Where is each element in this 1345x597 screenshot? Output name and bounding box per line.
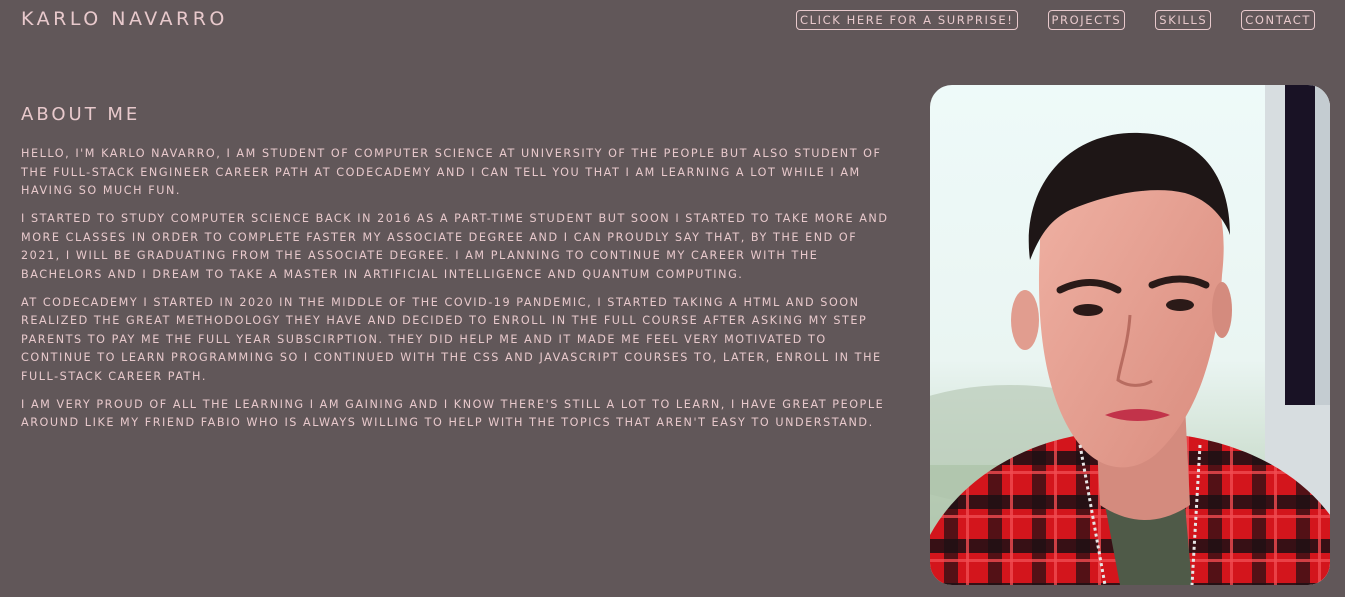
about-paragraph: Hello, I'm Karlo Navarro, I am student o… bbox=[21, 147, 882, 197]
about-paragraph: I started to study Computer Science back… bbox=[21, 212, 889, 281]
about-section: About me Hello, I'm Karlo Navarro, I am … bbox=[21, 104, 901, 442]
site-title: Karlo Navarro bbox=[21, 8, 228, 30]
main-nav: Click here for a surprise! Projects Skil… bbox=[795, 10, 1315, 30]
about-heading: About me bbox=[21, 104, 141, 125]
profile-photo bbox=[930, 85, 1330, 585]
nav-contact[interactable]: Contact bbox=[1241, 10, 1315, 30]
about-paragraph: At Codecademy I started in 2020 in the m… bbox=[21, 295, 882, 383]
nav-skills[interactable]: Skills bbox=[1155, 10, 1212, 30]
nav-projects[interactable]: Projects bbox=[1047, 10, 1126, 30]
surprise-link[interactable]: Click here for a surprise! bbox=[795, 10, 1018, 30]
about-paragraph: I am very proud of all the learning I am… bbox=[21, 397, 885, 430]
